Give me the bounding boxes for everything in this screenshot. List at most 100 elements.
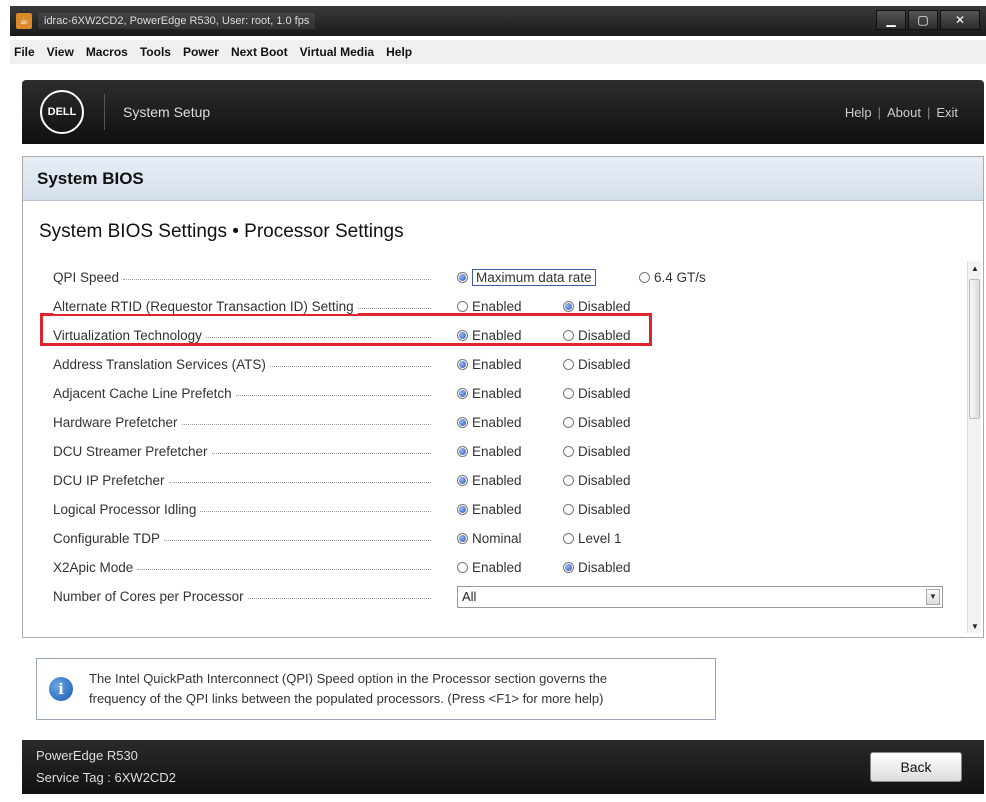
setting-label: Hardware Prefetcher: [53, 415, 182, 430]
ats-enabled-radio[interactable]: Enabled: [457, 357, 522, 372]
virtualization-enabled-radio[interactable]: Enabled: [457, 328, 522, 343]
setting-row-logical-processor-idling: Logical Processor Idling Enabled Disable…: [53, 495, 961, 524]
dcu-streamer-disabled-radio[interactable]: Disabled: [563, 444, 631, 459]
radio-unselected-icon: [639, 272, 650, 283]
setting-row-hardware-prefetcher: Hardware Prefetcher Enabled Disabled: [53, 408, 961, 437]
menu-help[interactable]: Help: [386, 45, 412, 59]
setting-row-virtualization-technology: Virtualization Technology Enabled Disabl…: [53, 321, 961, 350]
radio-selected-icon: [457, 272, 468, 283]
hw-prefetcher-disabled-radio[interactable]: Disabled: [563, 415, 631, 430]
ats-disabled-radio[interactable]: Disabled: [563, 357, 631, 372]
setting-row-ats: Address Translation Services (ATS) Enabl…: [53, 350, 961, 379]
service-tag: Service Tag : 6XW2CD2: [36, 770, 176, 785]
close-button[interactable]: ✕: [940, 10, 980, 30]
radio-unselected-icon: [457, 562, 468, 573]
dcu-ip-disabled-radio[interactable]: Disabled: [563, 473, 631, 488]
setting-label: DCU Streamer Prefetcher: [53, 444, 212, 459]
setting-label: Logical Processor Idling: [53, 502, 201, 517]
radio-unselected-icon: [563, 504, 574, 515]
setting-row-dcu-ip: DCU IP Prefetcher Enabled Disabled: [53, 466, 961, 495]
java-app-icon: ☕: [16, 13, 32, 29]
tdp-nominal-radio[interactable]: Nominal: [457, 531, 522, 546]
setting-row-adjacent-cache-line: Adjacent Cache Line Prefetch Enabled Dis…: [53, 379, 961, 408]
dropdown-arrow-icon: ▼: [926, 588, 940, 605]
setting-label: X2Apic Mode: [53, 560, 138, 575]
page-title: System BIOS Settings • Processor Setting…: [39, 221, 404, 242]
tdp-level1-radio[interactable]: Level 1: [563, 531, 622, 546]
setup-title: System Setup: [123, 104, 211, 120]
menu-virtual-media[interactable]: Virtual Media: [300, 45, 374, 59]
menu-tools[interactable]: Tools: [140, 45, 171, 59]
window-title: idrac-6XW2CD2, PowerEdge R530, User: roo…: [38, 13, 316, 29]
radio-selected-icon: [457, 388, 468, 399]
maximize-button[interactable]: ▢: [908, 10, 938, 30]
dcu-ip-enabled-radio[interactable]: Enabled: [457, 473, 522, 488]
header-divider: [104, 94, 105, 130]
window-title-bar: ☕ idrac-6XW2CD2, PowerEdge R530, User: r…: [10, 6, 986, 36]
help-text: The Intel QuickPath Interconnect (QPI) S…: [89, 669, 607, 709]
virtualization-disabled-radio[interactable]: Disabled: [563, 328, 631, 343]
scroll-up-arrow-icon[interactable]: ▲: [968, 261, 982, 275]
back-button[interactable]: Back: [870, 752, 962, 782]
radio-selected-icon: [457, 533, 468, 544]
adjacent-cache-enabled-radio[interactable]: Enabled: [457, 386, 522, 401]
x2apic-enabled-radio[interactable]: Enabled: [457, 560, 522, 575]
link-separator: |: [877, 104, 881, 120]
help-link[interactable]: Help: [845, 105, 872, 120]
dcu-streamer-enabled-radio[interactable]: Enabled: [457, 444, 522, 459]
radio-selected-icon: [457, 330, 468, 341]
menu-file[interactable]: File: [14, 45, 35, 59]
section-bar: System BIOS: [23, 157, 983, 201]
help-info-box: i The Intel QuickPath Interconnect (QPI)…: [36, 658, 716, 720]
system-model: PowerEdge R530: [36, 748, 138, 763]
about-link[interactable]: About: [887, 105, 921, 120]
menu-view[interactable]: View: [47, 45, 74, 59]
setting-row-alternate-rtid: Alternate RTID (Requestor Transaction ID…: [53, 292, 961, 321]
radio-unselected-icon: [563, 388, 574, 399]
scroll-thumb[interactable]: [969, 279, 980, 419]
radio-unselected-icon: [563, 475, 574, 486]
radio-selected-icon: [457, 504, 468, 515]
footer-bar: PowerEdge R530 Service Tag : 6XW2CD2 Bac…: [22, 740, 984, 794]
setting-label: QPI Speed: [53, 270, 124, 285]
radio-selected-icon: [457, 446, 468, 457]
section-title: System BIOS: [37, 168, 144, 188]
setting-label: Adjacent Cache Line Prefetch: [53, 386, 236, 401]
setting-label: Address Translation Services (ATS): [53, 357, 270, 372]
qpi-speed-max-rate-radio[interactable]: Maximum data rate: [457, 269, 596, 286]
settings-scrollbar[interactable]: ▲ ▼: [967, 261, 981, 633]
radio-selected-icon: [563, 301, 574, 312]
dell-logo: DELL: [40, 90, 84, 134]
radio-selected-icon: [457, 475, 468, 486]
x2apic-disabled-radio[interactable]: Disabled: [563, 560, 631, 575]
alternate-rtid-disabled-radio[interactable]: Disabled: [563, 299, 631, 314]
radio-unselected-icon: [563, 417, 574, 428]
setting-label: DCU IP Prefetcher: [53, 473, 169, 488]
qpi-speed-6-4-radio[interactable]: 6.4 GT/s: [639, 270, 706, 285]
radio-unselected-icon: [563, 330, 574, 341]
setting-label: Configurable TDP: [53, 531, 165, 546]
setting-row-cores-per-processor: Number of Cores per Processor All ▼: [53, 582, 961, 611]
header-links: Help | About | Exit: [845, 105, 958, 120]
radio-unselected-icon: [563, 533, 574, 544]
adjacent-cache-disabled-radio[interactable]: Disabled: [563, 386, 631, 401]
setting-label: Virtualization Technology: [53, 328, 206, 343]
cores-per-processor-select[interactable]: All ▼: [457, 585, 943, 608]
menu-macros[interactable]: Macros: [86, 45, 128, 59]
radio-selected-icon: [457, 417, 468, 428]
menu-bar: File View Macros Tools Power Next Boot V…: [10, 40, 986, 64]
setting-row-configurable-tdp: Configurable TDP Nominal Level 1: [53, 524, 961, 553]
alternate-rtid-enabled-radio[interactable]: Enabled: [457, 299, 522, 314]
system-info: PowerEdge R530 Service Tag : 6XW2CD2: [36, 745, 176, 789]
info-icon: i: [49, 677, 73, 701]
menu-next-boot[interactable]: Next Boot: [231, 45, 288, 59]
minimize-button[interactable]: ▁: [876, 10, 906, 30]
help-text-line1: The Intel QuickPath Interconnect (QPI) S…: [89, 671, 608, 686]
lp-idling-enabled-radio[interactable]: Enabled: [457, 502, 522, 517]
scroll-down-arrow-icon[interactable]: ▼: [968, 619, 982, 633]
hw-prefetcher-enabled-radio[interactable]: Enabled: [457, 415, 522, 430]
lp-idling-disabled-radio[interactable]: Disabled: [563, 502, 631, 517]
menu-power[interactable]: Power: [183, 45, 219, 59]
exit-link[interactable]: Exit: [936, 105, 958, 120]
settings-panel: System BIOS System BIOS Settings • Proce…: [22, 156, 984, 638]
